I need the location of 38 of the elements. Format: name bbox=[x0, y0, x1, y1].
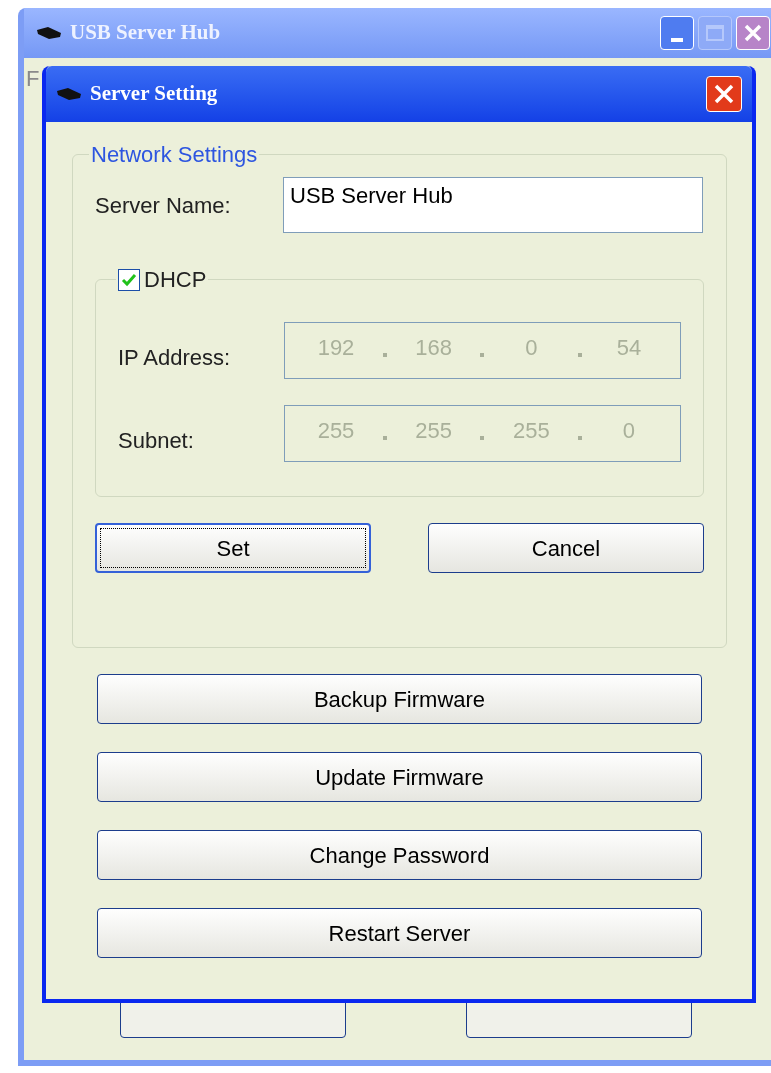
octet-value: 168 bbox=[414, 334, 453, 362]
octet-value: 192 bbox=[316, 334, 356, 362]
group-title: Network Settings bbox=[90, 141, 259, 169]
action-button[interactable]: Restart Server bbox=[97, 908, 702, 958]
dot-separator-icon bbox=[578, 353, 583, 357]
action-button[interactable]: Update Firmware bbox=[97, 752, 702, 802]
field-label: IP Address: bbox=[118, 344, 232, 372]
device-icon bbox=[56, 87, 82, 101]
dialog-title: Server Setting bbox=[90, 80, 218, 108]
minimize-button[interactable] bbox=[660, 16, 694, 50]
octet-value: 0 bbox=[524, 334, 539, 362]
dhcp-checkbox[interactable] bbox=[118, 268, 140, 291]
octet-value: 0 bbox=[621, 417, 637, 445]
checkbox-label: DHCP bbox=[144, 266, 207, 294]
dialog-button[interactable]: Set bbox=[95, 523, 371, 573]
dot-separator-icon bbox=[578, 436, 583, 440]
action-button[interactable]: Change Password bbox=[97, 830, 702, 880]
maximize-icon bbox=[706, 25, 724, 41]
dot-separator-icon bbox=[382, 353, 387, 357]
window-title: USB Server Hub bbox=[70, 19, 221, 47]
field-label: Subnet: bbox=[118, 427, 195, 455]
close-icon bbox=[713, 83, 735, 105]
dot-separator-icon bbox=[480, 353, 485, 357]
octet-value: 255 bbox=[414, 417, 453, 445]
close-button[interactable] bbox=[736, 16, 770, 50]
checkmark-icon bbox=[121, 272, 137, 287]
close-button[interactable] bbox=[706, 76, 742, 112]
dialog-button[interactable]: Cancel bbox=[428, 523, 704, 573]
device-icon bbox=[36, 26, 62, 40]
octet-value: 255 bbox=[511, 417, 551, 445]
server-name-field[interactable]: USB Server Hub bbox=[283, 177, 703, 233]
octet-value: 54 bbox=[615, 334, 643, 362]
octet-value: 255 bbox=[316, 417, 356, 445]
action-button[interactable]: Backup Firmware bbox=[97, 674, 702, 724]
dot-separator-icon bbox=[382, 436, 387, 440]
close-icon bbox=[743, 23, 763, 43]
dot-separator-icon bbox=[480, 436, 485, 440]
field-label: Server Name: bbox=[95, 191, 232, 220]
